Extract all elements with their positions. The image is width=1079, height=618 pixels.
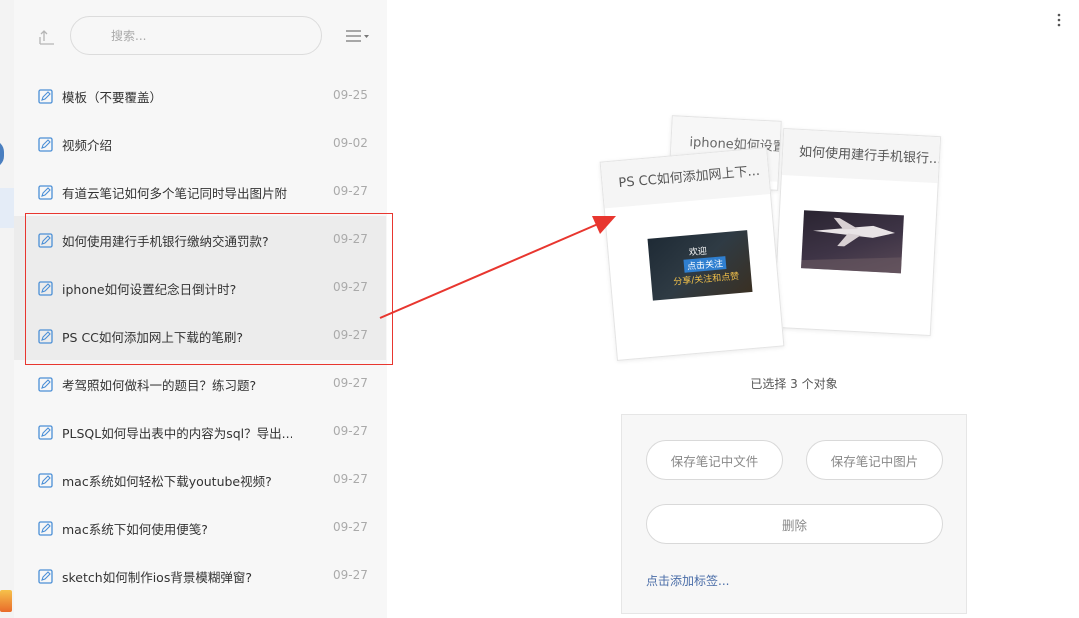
note-title: PS CC如何添加网上下载的笔刷? (62, 330, 244, 345)
note-list-item[interactable]: sketch如何制作ios背景模糊弹窗? 09-27 (14, 552, 387, 600)
note-date: 09-27 (333, 184, 368, 198)
note-title: mac系统下如何使用便笺? (62, 522, 208, 537)
note-title: 有道云笔记如何多个笔记同时导出图片附 (62, 186, 288, 201)
airplane-icon (801, 217, 902, 274)
delete-button[interactable]: 删除 (646, 504, 943, 544)
note-date: 09-27 (333, 520, 368, 534)
note-date: 09-02 (333, 136, 368, 150)
note-list-panel: 模板（不要覆盖） 09-25 视频介绍 09-02 有道云笔记如何多个笔记同时导… (14, 0, 387, 618)
note-icon (38, 521, 53, 536)
search-input[interactable] (71, 17, 321, 54)
list-toolbar (14, 0, 387, 72)
note-icon (38, 233, 53, 248)
sidebar-selected-item[interactable] (0, 188, 14, 228)
note-icon (38, 281, 53, 296)
note-title: 视频介绍 (62, 138, 113, 153)
thumbnail-text: 欢迎 (688, 246, 708, 259)
note-date: 09-27 (333, 328, 368, 342)
preview-card-title: 如何使用建行手机银行... (781, 129, 941, 184)
app-sidebar-strip (0, 0, 14, 618)
airplane-thumbnail (801, 210, 904, 274)
note-title: mac系统如何轻松下载youtube视频? (62, 474, 272, 489)
selected-notes-preview-stack: iphone如何设置... 如何使用建行手机银行... PS CC如何添加网上下… (599, 110, 950, 370)
search-field[interactable] (70, 16, 322, 55)
more-options-icon[interactable] (1056, 12, 1062, 28)
note-title: PLSQL如何导出表中的内容为sql？导出... (62, 426, 292, 441)
note-list-item[interactable]: 视频介绍 09-02 (14, 120, 387, 168)
note-list-item-selected[interactable]: PS CC如何添加网上下载的笔刷? 09-27 (14, 312, 386, 360)
note-date: 09-27 (333, 472, 368, 486)
note-icon (38, 377, 53, 392)
note-icon (38, 425, 53, 440)
note-list-item[interactable]: 模板（不要覆盖） 09-25 (14, 72, 387, 120)
note-title: sketch如何制作ios背景模糊弹窗? (62, 570, 252, 585)
note-title: 模板（不要覆盖） (62, 90, 163, 105)
note-date: 09-25 (333, 88, 368, 102)
note-list-item[interactable]: mac系统如何轻松下载youtube视频? 09-27 (14, 456, 387, 504)
note-date: 09-27 (333, 568, 368, 582)
selected-count-label: 已选择 3 个对象 (750, 377, 838, 391)
note-title: 如何使用建行手机银行缴纳交通罚款? (62, 234, 269, 249)
preview-card-right: 如何使用建行手机银行... (772, 128, 942, 336)
note-icon (38, 569, 53, 584)
ps-thumbnail: 欢迎 点击关注 分享/关注和点赞 (647, 230, 753, 301)
save-note-files-button[interactable]: 保存笔记中文件 (646, 440, 783, 480)
thumbnail-text: 分享/关注和点赞 (672, 271, 740, 288)
note-date: 09-27 (333, 376, 368, 390)
note-list-item-selected[interactable]: 如何使用建行手机银行缴纳交通罚款? 09-27 (14, 216, 386, 264)
note-list-item[interactable]: 考驾照如何做科一的题目？练习题? 09-27 (14, 360, 387, 408)
save-note-images-button[interactable]: 保存笔记中图片 (806, 440, 943, 480)
note-list-item-selected[interactable]: iphone如何设置纪念日倒计时? 09-27 (14, 264, 386, 312)
sort-menu-icon[interactable] (345, 28, 371, 44)
note-date: 09-27 (333, 424, 368, 438)
note-icon (38, 473, 53, 488)
note-list-item[interactable]: 有道云笔记如何多个笔记同时导出图片附 09-27 (14, 168, 387, 216)
note-date: 09-27 (333, 232, 368, 246)
note-list: 模板（不要覆盖） 09-25 视频介绍 09-02 有道云笔记如何多个笔记同时导… (14, 72, 387, 600)
note-title: iphone如何设置纪念日倒计时? (62, 282, 237, 297)
note-title: 考驾照如何做科一的题目？练习题? (62, 378, 257, 393)
preview-card-left: PS CC如何添加网上下... 欢迎 点击关注 分享/关注和点赞 (599, 147, 785, 361)
app-icon[interactable] (0, 590, 12, 612)
batch-action-panel: 保存笔记中文件 保存笔记中图片 删除 点击添加标签... (621, 414, 967, 614)
note-icon (38, 137, 53, 152)
add-tag-link[interactable]: 点击添加标签... (646, 572, 729, 589)
back-up-icon[interactable] (38, 28, 56, 46)
note-date: 09-27 (333, 280, 368, 294)
note-icon (38, 185, 53, 200)
preview-card-title: PS CC如何添加网上下... (600, 148, 771, 209)
note-list-item[interactable]: mac系统下如何使用便笺? 09-27 (14, 504, 387, 552)
note-list-item[interactable]: PLSQL如何导出表中的内容为sql？导出... 09-27 (14, 408, 387, 456)
avatar[interactable] (0, 140, 4, 168)
note-icon (38, 89, 53, 104)
note-icon (38, 329, 53, 344)
